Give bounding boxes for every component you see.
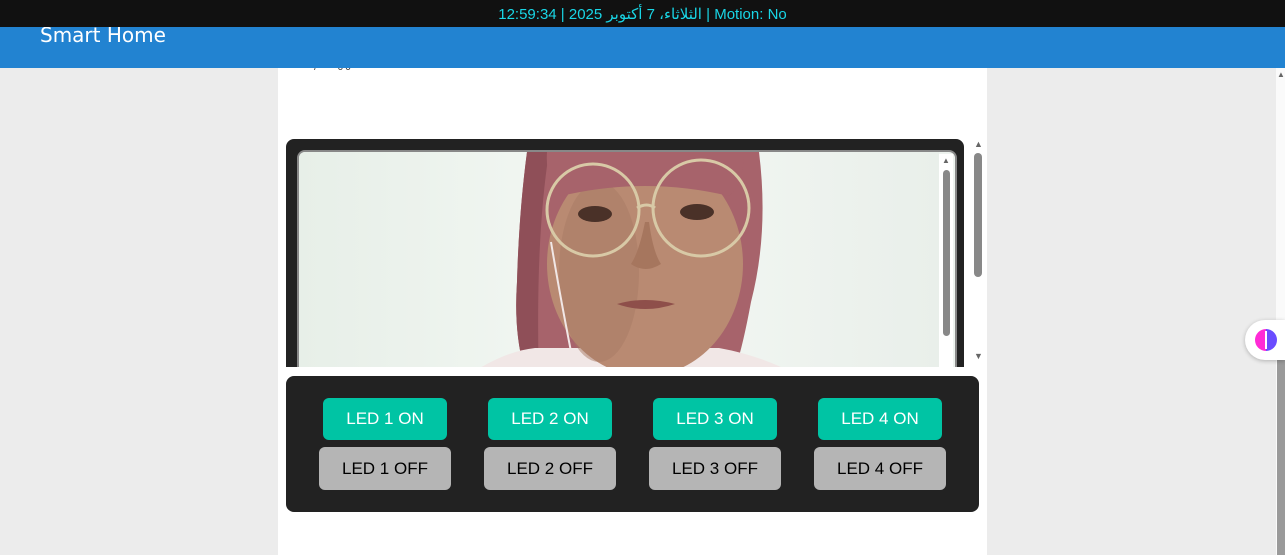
led-3-on-button[interactable]: LED 3 ON: [653, 398, 777, 440]
led-4-off-button[interactable]: LED 4 OFF: [814, 447, 946, 490]
eye-right: [680, 204, 714, 220]
led-1-on-button[interactable]: LED 1 ON: [323, 398, 447, 440]
camera-feed: ▲: [297, 150, 957, 367]
browser-scrollbar[interactable]: ▲: [1276, 68, 1285, 555]
status-bar: 12:59:34 | 2025 الثلاثاء، 7 أكتوبر | Mot…: [0, 0, 1285, 27]
panel-scrollbar[interactable]: ▲ ▼: [970, 139, 987, 367]
led-2-off-button[interactable]: LED 2 OFF: [484, 447, 616, 490]
scroll-up-icon[interactable]: ▲: [942, 156, 950, 165]
camera-scroll-thumb[interactable]: [943, 170, 950, 336]
camera-panel: ▲: [286, 139, 964, 367]
led-2-on-button[interactable]: LED 2 ON: [488, 398, 612, 440]
brain-icon: [1255, 329, 1277, 351]
webcam-feed-image: [299, 152, 939, 367]
led-3-off-button[interactable]: LED 3 OFF: [649, 447, 781, 490]
led-4-on-button[interactable]: LED 4 ON: [818, 398, 942, 440]
led-1-off-button[interactable]: LED 1 OFF: [319, 447, 451, 490]
extension-button[interactable]: [1245, 320, 1285, 360]
scroll-down-icon[interactable]: ▼: [974, 351, 983, 361]
camera-scrollbar[interactable]: ▲: [939, 154, 953, 367]
scroll-up-icon[interactable]: ▲: [974, 139, 983, 149]
status-text: 12:59:34 | 2025 الثلاثاء، 7 أكتوبر | Mot…: [498, 5, 787, 23]
eye-left: [578, 206, 612, 222]
led-controls: LED 1 ON LED 2 ON LED 3 ON LED 4 ON LED …: [286, 376, 979, 512]
scroll-up-icon[interactable]: ▲: [1277, 70, 1285, 79]
panel-scroll-thumb[interactable]: [974, 153, 982, 277]
browser-scroll-thumb[interactable]: [1277, 358, 1285, 555]
